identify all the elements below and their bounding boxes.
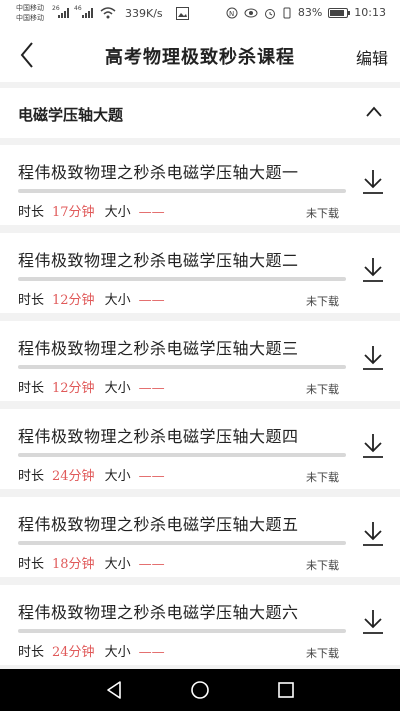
alarm-icon bbox=[264, 8, 275, 19]
progress-bar bbox=[18, 541, 346, 545]
size-value: —— bbox=[138, 469, 165, 484]
page-title: 高考物理极致秒杀课程 bbox=[105, 47, 295, 68]
progress-bar bbox=[18, 277, 346, 281]
duration-value: 24分钟 bbox=[52, 645, 95, 660]
course-title: 程伟极致物理之秒杀电磁学压轴大题五 bbox=[18, 515, 299, 534]
course-meta: 时长 18分钟 大小 —— bbox=[18, 553, 165, 572]
nav-home-icon[interactable] bbox=[190, 680, 210, 700]
network-speed: 339K/s bbox=[125, 7, 163, 20]
duration-value: 12分钟 bbox=[52, 381, 95, 396]
image-notification-icon bbox=[176, 7, 189, 20]
system-nav-bar bbox=[0, 669, 400, 711]
duration-label: 时长 bbox=[18, 645, 45, 660]
progress-bar bbox=[18, 453, 346, 457]
duration-value: 18分钟 bbox=[52, 557, 95, 572]
carrier-1: 中国移动 bbox=[16, 4, 44, 12]
progress-bar bbox=[18, 365, 346, 369]
download-icon[interactable] bbox=[360, 519, 386, 549]
size-label: 大小 bbox=[104, 469, 131, 484]
size-value: —— bbox=[138, 557, 165, 572]
size-value: —— bbox=[138, 205, 165, 220]
status-bar: 中国移动 中国移动 26 46 339K/s N 83% 10:13 bbox=[0, 0, 400, 28]
size-label: 大小 bbox=[104, 645, 131, 660]
list-item[interactable]: 程伟极致物理之秒杀电磁学压轴大题五 时长 18分钟 大小 —— 未下载 bbox=[0, 497, 400, 577]
eye-icon bbox=[244, 8, 258, 17]
duration-value: 17分钟 bbox=[52, 205, 95, 220]
nav-header: 高考物理极致秒杀课程 编辑 bbox=[0, 28, 400, 82]
course-meta: 时长 24分钟 大小 —— bbox=[18, 465, 165, 484]
duration-label: 时长 bbox=[18, 557, 45, 572]
svg-text:N: N bbox=[229, 10, 234, 18]
chevron-up-icon[interactable] bbox=[364, 102, 384, 122]
download-status: 未下载 bbox=[306, 383, 339, 396]
list-item[interactable]: 程伟极致物理之秒杀电磁学压轴大题四 时长 24分钟 大小 —— 未下载 bbox=[0, 409, 400, 489]
duration-label: 时长 bbox=[18, 381, 45, 396]
nfc-icon: N bbox=[226, 7, 238, 18]
section-header[interactable]: 电磁学压轴大题 bbox=[0, 88, 400, 138]
duration-label: 时长 bbox=[18, 469, 45, 484]
edit-button[interactable]: 编辑 bbox=[356, 45, 388, 69]
size-label: 大小 bbox=[104, 381, 131, 396]
size-value: —— bbox=[138, 381, 165, 396]
download-status: 未下载 bbox=[306, 559, 339, 572]
download-icon[interactable] bbox=[360, 431, 386, 461]
course-title: 程伟极致物理之秒杀电磁学压轴大题一 bbox=[18, 163, 299, 182]
carrier-info: 中国移动 中国移动 bbox=[16, 3, 44, 23]
course-meta: 时长 12分钟 大小 —— bbox=[18, 377, 165, 396]
download-status: 未下载 bbox=[306, 207, 339, 220]
section-title: 电磁学压轴大题 bbox=[18, 106, 124, 124]
list-item[interactable]: 程伟极致物理之秒杀电磁学压轴大题三 时长 12分钟 大小 —— 未下载 bbox=[0, 321, 400, 401]
course-title: 程伟极致物理之秒杀电磁学压轴大题六 bbox=[18, 603, 299, 622]
wifi-icon bbox=[100, 7, 116, 19]
course-title: 程伟极致物理之秒杀电磁学压轴大题四 bbox=[18, 427, 299, 446]
size-value: —— bbox=[138, 645, 165, 660]
progress-bar bbox=[18, 629, 346, 633]
list-item[interactable]: 程伟极致物理之秒杀电磁学压轴大题一 时长 17分钟 大小 —— 未下载 bbox=[0, 145, 400, 225]
vibrate-icon bbox=[283, 7, 291, 18]
battery-icon bbox=[328, 7, 351, 18]
progress-bar bbox=[18, 189, 346, 193]
signal-icon bbox=[82, 8, 93, 18]
clock: 10:13 bbox=[354, 6, 386, 19]
list-item[interactable]: 程伟极致物理之秒杀电磁学压轴大题二 时长 12分钟 大小 —— 未下载 bbox=[0, 233, 400, 313]
course-meta: 时长 24分钟 大小 —— bbox=[18, 641, 165, 660]
nav-back-icon[interactable] bbox=[104, 680, 124, 700]
download-status: 未下载 bbox=[306, 295, 339, 308]
course-meta: 时长 12分钟 大小 —— bbox=[18, 289, 165, 308]
list-item[interactable]: 程伟极致物理之秒杀电磁学压轴大题六 时长 24分钟 大小 —— 未下载 bbox=[0, 585, 400, 665]
download-status: 未下载 bbox=[306, 471, 339, 484]
duration-label: 时长 bbox=[18, 293, 45, 308]
size-label: 大小 bbox=[104, 293, 131, 308]
signal-icon bbox=[58, 8, 69, 18]
battery-percent: 83% bbox=[297, 6, 323, 19]
course-title: 程伟极致物理之秒杀电磁学压轴大题三 bbox=[18, 339, 299, 358]
carrier-2: 中国移动 bbox=[16, 14, 44, 22]
network-type-2: 46 bbox=[74, 5, 82, 12]
download-status: 未下载 bbox=[306, 647, 339, 660]
course-meta: 时长 17分钟 大小 —— bbox=[18, 201, 165, 220]
download-icon[interactable] bbox=[360, 343, 386, 373]
course-title: 程伟极致物理之秒杀电磁学压轴大题二 bbox=[18, 251, 299, 270]
size-label: 大小 bbox=[104, 557, 131, 572]
duration-label: 时长 bbox=[18, 205, 45, 220]
size-label: 大小 bbox=[104, 205, 131, 220]
duration-value: 12分钟 bbox=[52, 293, 95, 308]
size-value: —— bbox=[138, 293, 165, 308]
download-icon[interactable] bbox=[360, 167, 386, 197]
download-icon[interactable] bbox=[360, 607, 386, 637]
download-icon[interactable] bbox=[360, 255, 386, 285]
duration-value: 24分钟 bbox=[52, 469, 95, 484]
nav-recents-icon[interactable] bbox=[276, 680, 296, 700]
